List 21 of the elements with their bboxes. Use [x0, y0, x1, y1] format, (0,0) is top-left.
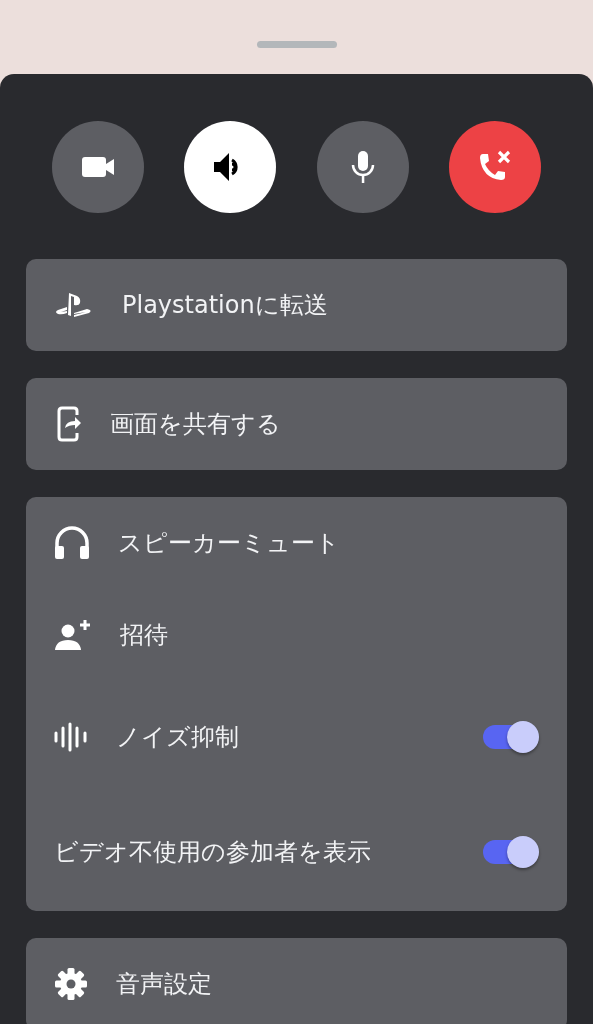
- toggle-row[interactable]: ノイズ抑制: [26, 681, 567, 793]
- camera-icon: [81, 154, 115, 180]
- menu-item[interactable]: スピーカーミュート: [26, 497, 567, 589]
- drag-handle[interactable]: [256, 41, 337, 48]
- menu-label: 画面を共有する: [110, 409, 282, 440]
- menu-item[interactable]: 画面を共有する: [26, 378, 567, 470]
- menu-label: Playstationに転送: [122, 290, 329, 321]
- menu-item[interactable]: 音声設定: [26, 938, 567, 1024]
- menu-label: 招待: [120, 620, 169, 651]
- menu-item[interactable]: Playstationに転送: [26, 259, 567, 351]
- add-person-icon: [54, 619, 92, 651]
- toggle-row[interactable]: ビデオ不使用の参加者を表示: [26, 793, 567, 911]
- sound-wave-icon: [54, 722, 88, 752]
- menu-label: 音声設定: [116, 969, 213, 1000]
- menu-label: ノイズ抑制: [116, 722, 240, 753]
- menu-label: スピーカーミュート: [118, 528, 341, 559]
- menu-item[interactable]: 招待: [26, 589, 567, 681]
- menu-label: ビデオ不使用の参加者を表示: [54, 837, 372, 868]
- settings-icon: [54, 967, 88, 1001]
- microphone-icon: [349, 150, 376, 184]
- headphones-icon: [54, 526, 90, 560]
